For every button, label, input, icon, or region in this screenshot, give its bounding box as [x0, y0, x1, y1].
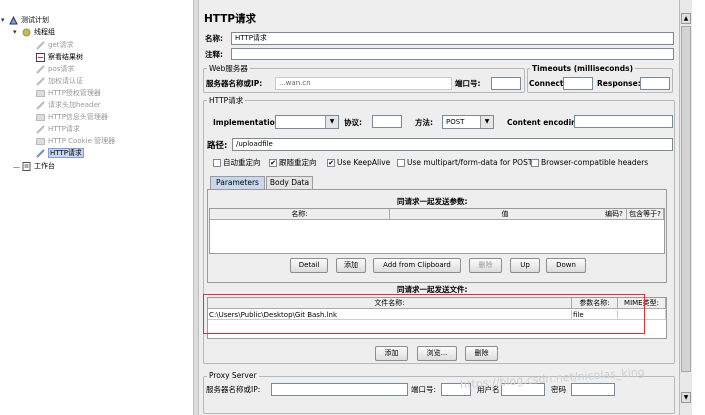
tree-node-item[interactable]: HTTP请求: [36, 124, 80, 135]
params-col-name[interactable]: 名称:: [210, 209, 390, 220]
proxy-password-label: 密码: [551, 385, 566, 394]
add-from-clipboard-button[interactable]: Add from Clipboard: [373, 258, 461, 273]
tree-node-item-selected[interactable]: HTTP请求: [36, 148, 84, 159]
multipart-checkbox[interactable]: Use multipart/form-data for POST: [397, 158, 532, 168]
sampler-pen-icon: [36, 77, 45, 86]
detail-button[interactable]: Detail: [290, 258, 328, 273]
tree-node-item[interactable]: HTTP授权管理器: [36, 88, 101, 99]
config-element-icon: [36, 89, 45, 98]
test-plan-tree[interactable]: ▾ 测试计划 ▾ 线程组 get请求 察看结果树 pos请求 加权请认证 HTT…: [0, 0, 193, 415]
params-table-title: 同请求一起发送参数:: [397, 197, 468, 206]
method-select[interactable]: POST ▼: [442, 115, 494, 129]
proxy-server-input[interactable]: [271, 383, 408, 396]
name-label: 名称:: [205, 34, 223, 43]
method-label: 方法:: [415, 118, 433, 127]
sampler-pen-icon: [36, 125, 45, 134]
sampler-pen-icon: [36, 41, 45, 50]
tab-parameters[interactable]: Parameters: [210, 176, 265, 189]
scrollbar-thumb[interactable]: [681, 26, 691, 372]
checkbox-icon: [397, 159, 405, 167]
tree-node-item[interactable]: 察看结果树: [36, 52, 83, 63]
scroll-up-icon[interactable]: ▲: [681, 13, 691, 24]
port-input[interactable]: [491, 77, 521, 90]
scroll-down-icon[interactable]: ▼: [681, 392, 691, 403]
proxy-server-label: 服务器名称或IP:: [206, 385, 261, 394]
delete-param-button[interactable]: 删除: [469, 258, 502, 273]
proxy-port-label: 端口号:: [411, 385, 437, 394]
http-request-title: HTTP请求: [207, 96, 246, 105]
response-label: Response:: [597, 79, 641, 88]
path-input[interactable]: /uploadfile: [232, 138, 673, 151]
tree-node-workbench[interactable]: 工作台: [22, 161, 55, 172]
collapse-toggle-icon[interactable]: ▾: [1, 16, 5, 24]
response-timeout-input[interactable]: [640, 77, 670, 90]
checkmark-icon: ✔: [269, 159, 277, 167]
delete-file-button[interactable]: 删除: [465, 346, 498, 361]
checkbox-icon: [531, 159, 539, 167]
connect-label: Connect:: [529, 79, 567, 88]
implementation-select[interactable]: ▼: [275, 115, 339, 129]
connect-timeout-input[interactable]: [563, 77, 593, 90]
tree-node-item[interactable]: HTTP信息头管理器: [36, 112, 108, 123]
auto-redirect-checkbox[interactable]: 自动重定向: [213, 158, 261, 168]
vertical-scrollbar[interactable]: ▲ ▼: [679, 0, 692, 415]
server-name-label: 服务器名称或IP:: [206, 79, 263, 88]
add-file-button[interactable]: 添加: [375, 346, 408, 361]
listener-icon: [36, 53, 45, 62]
collapse-toggle-icon[interactable]: ▾: [13, 28, 17, 36]
web-server-title: Web服务器: [207, 64, 250, 73]
path-label: 路径:: [207, 141, 228, 151]
tree-node-item[interactable]: 请求头加header: [36, 100, 101, 111]
proxy-password-input[interactable]: [571, 383, 615, 396]
port-label: 端口号:: [455, 79, 481, 88]
tree-line-icon: —: [13, 163, 20, 171]
up-button[interactable]: Up: [510, 258, 540, 273]
page-title: HTTP请求: [204, 13, 257, 25]
workbench-icon: [22, 162, 31, 171]
tree-node-test-plan[interactable]: 测试计划: [9, 15, 49, 26]
server-name-input[interactable]: ...wan.cn: [275, 77, 452, 90]
chevron-down-icon: ▼: [325, 116, 338, 128]
tree-node-item[interactable]: pos请求: [36, 64, 74, 75]
gear-icon: [22, 28, 31, 37]
sampler-pen-icon: [36, 149, 45, 158]
protocol-label: 协议:: [344, 118, 362, 127]
config-element-icon: [36, 113, 45, 122]
add-param-button[interactable]: 添加: [336, 258, 366, 273]
protocol-input[interactable]: [372, 115, 402, 128]
tree-node-thread-group[interactable]: 线程组: [22, 27, 55, 38]
browser-compatible-checkbox[interactable]: Browser-compatible headers: [531, 158, 648, 168]
params-col-include-equals[interactable]: 包含等于?: [627, 209, 664, 220]
tree-node-item[interactable]: HTTP Cookie 管理器: [36, 136, 115, 147]
highlight-box: [203, 294, 645, 334]
keepalive-checkbox[interactable]: ✔ Use KeepAlive: [327, 158, 390, 168]
name-input[interactable]: HTTP请求: [231, 32, 674, 45]
params-col-encode[interactable]: 编码?: [602, 209, 627, 220]
sampler-pen-icon: [36, 65, 45, 74]
checkmark-icon: ✔: [327, 159, 335, 167]
browse-button[interactable]: 浏览...: [417, 346, 457, 361]
test-plan-icon: [9, 15, 18, 25]
tab-body-data[interactable]: Body Data: [266, 176, 313, 189]
chevron-down-icon: ▼: [480, 116, 493, 128]
method-value: POST: [446, 118, 465, 126]
follow-redirect-checkbox[interactable]: ✔ 跟随重定向: [269, 158, 317, 168]
sampler-pen-icon: [36, 101, 45, 110]
timeouts-title: Timeouts (milliseconds): [530, 64, 636, 73]
tree-node-item[interactable]: get请求: [36, 40, 74, 51]
http-request-panel: HTTP请求 名称: HTTP请求 注释: Web服务器 服务器名称或IP: .…: [199, 0, 679, 415]
proxy-server-title: Proxy Server: [207, 371, 259, 380]
tree-node-item[interactable]: 加权请认证: [36, 76, 83, 87]
params-col-value[interactable]: 值: [390, 209, 621, 220]
comment-label: 注释:: [205, 50, 223, 59]
implementation-label: Implementation:: [213, 118, 284, 127]
params-table[interactable]: 名称: 值: [209, 208, 665, 254]
comment-input[interactable]: [231, 48, 674, 60]
content-encoding-input[interactable]: [574, 115, 673, 128]
config-element-icon: [36, 137, 45, 146]
down-button[interactable]: Down: [546, 258, 586, 273]
checkbox-icon: [213, 159, 221, 167]
